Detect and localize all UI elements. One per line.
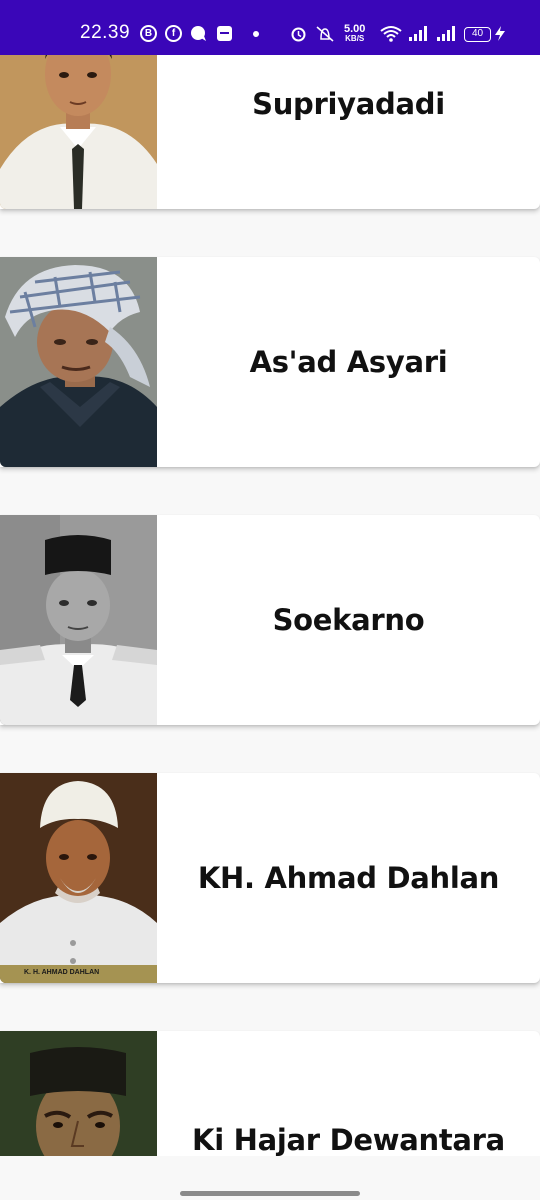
alarm-icon — [290, 25, 307, 42]
status-time: 22.39 — [80, 22, 131, 43]
hero-list[interactable]: Supriyadadi As'ad Asyari Soekarno K. H. … — [0, 0, 540, 1156]
network-speed: 5.00 KB/S — [344, 23, 366, 44]
battery-icon: 40 — [464, 27, 491, 42]
hero-card-asad-asyari[interactable]: As'ad Asyari — [0, 257, 540, 467]
hero-card-kh-ahmad-dahlan[interactable]: K. H. AHMAD DAHLAN KH. Ahmad Dahlan — [0, 773, 540, 983]
status-bar: 22.39 B f 5.00 KB/S 40 — [0, 0, 540, 55]
hero-name: As'ad Asyari — [249, 345, 448, 379]
chat-bubble-icon — [190, 25, 207, 42]
more-notifications-dot-icon — [253, 31, 259, 37]
app-notification-icon — [216, 25, 233, 42]
hero-card-soekarno[interactable]: Soekarno — [0, 515, 540, 725]
hero-name: KH. Ahmad Dahlan — [197, 861, 500, 895]
hero-name: Ki Hajar Dewantara — [192, 1123, 505, 1156]
hero-portrait — [0, 1031, 157, 1156]
hero-portrait — [0, 257, 157, 467]
b-app-icon: B — [140, 25, 157, 42]
hero-card-ki-hajar-dewantara[interactable]: Ki Hajar Dewantara — [0, 1031, 540, 1156]
charging-bolt-icon — [494, 25, 506, 42]
hero-portrait — [0, 515, 157, 725]
photo-caption: K. H. AHMAD DAHLAN — [24, 969, 100, 976]
signal-strength-icon — [436, 25, 458, 42]
vibrate-mute-icon — [314, 25, 334, 42]
hero-portrait: K. H. AHMAD DAHLAN — [0, 773, 157, 983]
app-screen: Supriyadadi As'ad Asyari Soekarno K. H. … — [0, 0, 540, 1200]
wifi-icon — [380, 25, 402, 42]
facebook-icon: f — [165, 25, 182, 42]
gesture-navigation-handle[interactable] — [180, 1191, 360, 1196]
signal-strength-icon — [408, 25, 430, 42]
hero-name: Soekarno — [272, 603, 425, 637]
